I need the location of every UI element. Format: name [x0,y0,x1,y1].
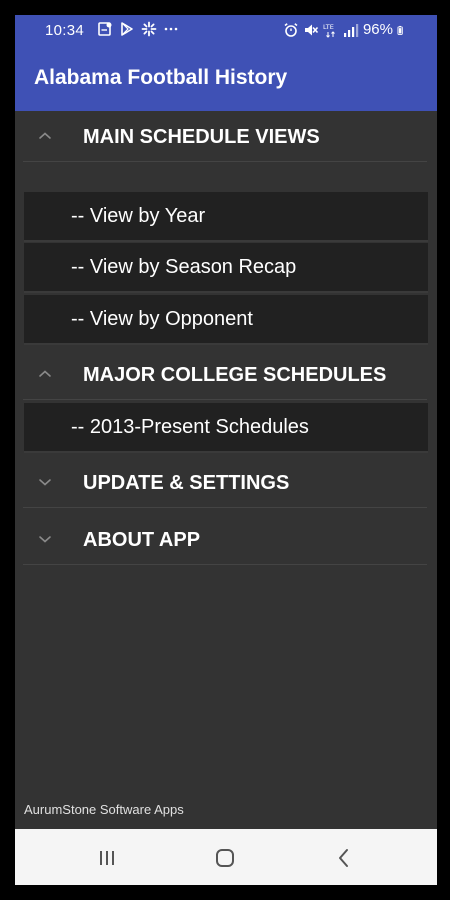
app-title: Alabama Football History [34,66,288,89]
chevron-up-icon [39,132,51,139]
pinwheel-icon [141,21,157,37]
group-main-schedule-views[interactable]: MAIN SCHEDULE VIEWS [23,111,427,162]
more-dots-icon [164,27,178,31]
home-icon[interactable] [214,847,236,869]
lte-icon: LTE [323,23,335,38]
menu-item-label: -- 2013-Present Schedules [71,416,309,438]
status-left-icons [97,21,179,37]
chevron-down-icon [39,479,51,486]
recents-icon[interactable] [96,847,118,869]
alarm-icon [284,22,298,37]
menu-item-view-by-year[interactable]: -- View by Year [24,192,428,242]
status-bar: 10:34 LTE 96% [15,15,437,46]
chevron-up-icon [39,370,51,377]
play-store-icon [121,22,133,36]
phone-screen: 10:34 LTE 96% Alabama Football History M… [15,15,437,885]
group-label: MAIN SCHEDULE VIEWS [83,126,320,148]
menu-item-label: -- View by Season Recap [71,256,297,278]
menu-item-label: -- View by Opponent [71,308,253,330]
back-icon[interactable] [333,847,355,869]
svg-text:LTE: LTE [323,23,334,31]
group-label: ABOUT APP [83,529,201,551]
status-right-icons: LTE 96% [283,21,407,38]
status-time: 10:34 [45,22,85,39]
notification-icon [98,22,112,36]
footer-credit: AurumStone Software Apps [24,802,184,817]
menu-item-view-by-season-recap[interactable]: -- View by Season Recap [24,243,428,293]
app-bar: Alabama Football History [15,46,437,111]
group-label: MAJOR COLLEGE SCHEDULES [83,364,387,386]
mute-icon [304,24,319,35]
group-major-college-schedules[interactable]: MAJOR COLLEGE SCHEDULES [23,349,427,400]
system-nav-bar [15,829,437,885]
menu-item-label: -- View by Year [71,205,206,227]
menu-item-2013-present-schedules[interactable]: -- 2013-Present Schedules [24,403,428,453]
menu-item-view-by-opponent[interactable]: -- View by Opponent [24,295,428,345]
group-about-app[interactable]: ABOUT APP [23,514,427,565]
battery-icon [397,25,403,35]
expandable-menu: MAIN SCHEDULE VIEWS -- View by Year -- V… [15,111,437,831]
group-update-settings[interactable]: UPDATE & SETTINGS [23,457,427,508]
battery-percent: 96% [362,21,393,38]
group-label: UPDATE & SETTINGS [83,472,290,494]
chevron-down-icon [39,536,51,543]
signal-icon [343,23,359,37]
